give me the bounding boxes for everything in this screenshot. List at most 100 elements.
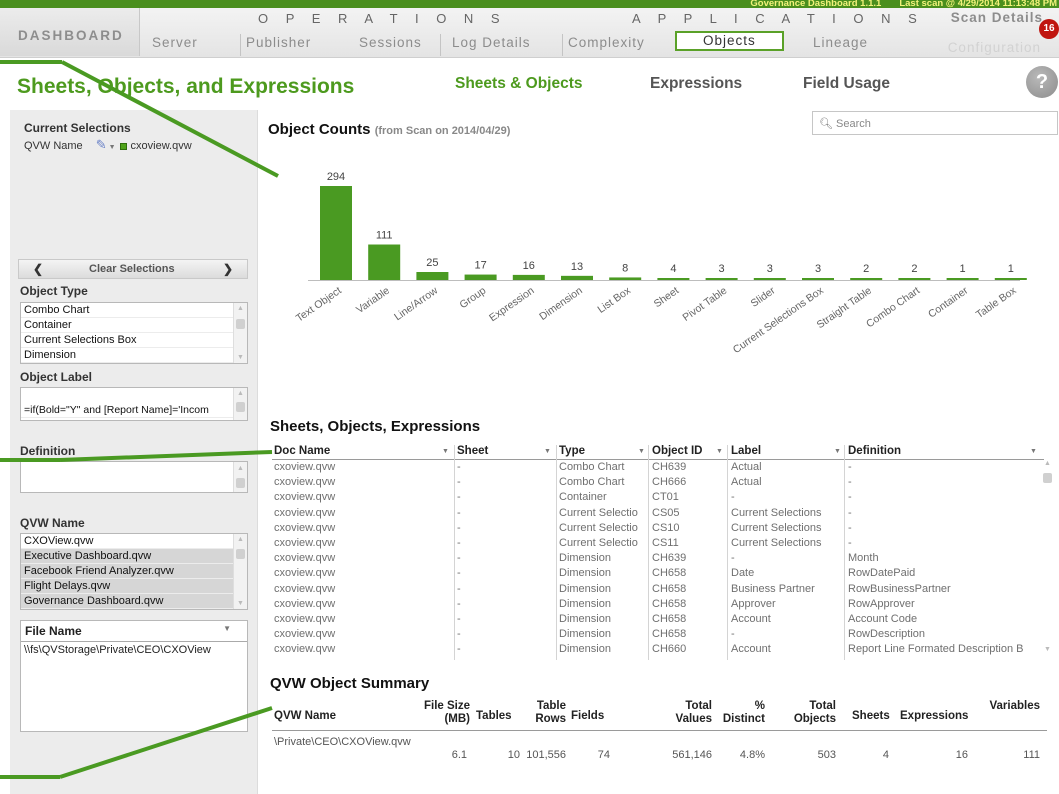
bar[interactable] (705, 278, 738, 280)
table-cell[interactable]: - (457, 476, 552, 488)
scroll-up-icon[interactable]: ▲ (237, 465, 244, 472)
table-row[interactable]: cxoview.qvw - Current Selectio CS05 Current … (272, 506, 1044, 521)
table-cell[interactable]: - (848, 491, 1038, 503)
table-cell[interactable]: cxoview.qvw (274, 583, 434, 595)
table-cell[interactable]: CS11 (652, 537, 727, 549)
table-cell[interactable]: Actual (731, 476, 841, 488)
definition-listbox[interactable]: ▲ (20, 461, 248, 493)
table-cell[interactable]: cxoview.qvw (274, 461, 434, 473)
nav-configuration[interactable]: Configuration (948, 40, 1041, 55)
chevron-down-icon[interactable]: ▼ (544, 448, 551, 455)
col-total-values[interactable]: Total Values (662, 700, 712, 726)
scroll-up-icon[interactable]: ▲ (237, 390, 244, 397)
nav-tab-sessions[interactable]: Sessions (359, 35, 422, 55)
subtab-expressions[interactable]: Expressions (650, 75, 742, 93)
table-cell[interactable]: CH658 (652, 567, 727, 579)
table-cell[interactable]: - (457, 613, 552, 625)
table-cell[interactable]: CH660 (652, 643, 727, 655)
bar[interactable] (416, 272, 449, 280)
table-cell[interactable]: Current Selectio (559, 522, 649, 534)
table-cell[interactable]: cxoview.qvw (274, 643, 434, 655)
table-cell[interactable]: Current Selections (731, 537, 841, 549)
table-row[interactable]: cxoview.qvw - Dimension CH658 Account Account… (272, 612, 1044, 627)
table-cell[interactable]: CH666 (652, 476, 727, 488)
bar[interactable] (657, 278, 690, 280)
table-row[interactable]: cxoview.qvw - Combo Chart CH666 Actual - (272, 475, 1044, 490)
col-expressions[interactable]: Expressions (900, 710, 968, 723)
nav-tab-complexity[interactable]: Complexity (568, 35, 645, 55)
chevron-down-icon[interactable]: ▼ (716, 448, 723, 455)
table-cell[interactable]: Combo Chart (559, 461, 649, 473)
list-item[interactable]: Dimension (21, 348, 247, 363)
table-cell[interactable]: Report Line Formated Description B (848, 643, 1038, 655)
chevron-down-icon[interactable]: ▼ (638, 448, 645, 455)
table-row[interactable]: cxoview.qvw - Dimension CH660 Account Report … (272, 642, 1044, 657)
col-tables[interactable]: Tables (476, 710, 512, 723)
table-cell[interactable]: cxoview.qvw (274, 598, 434, 610)
table-cell[interactable]: - (457, 567, 552, 579)
nav-tab-server[interactable]: Server (152, 35, 198, 55)
scroll-down-icon[interactable]: ▼ (237, 600, 244, 607)
col-sheet[interactable]: Sheet (457, 445, 488, 457)
table-cell[interactable]: - (848, 461, 1038, 473)
table-cell[interactable]: Account Code (848, 613, 1038, 625)
file-name-box[interactable]: File Name ▼ \\fs\QVStorage\Private\CEO\C… (20, 620, 248, 732)
col-total-objects[interactable]: Total Objects (784, 700, 836, 726)
table-row[interactable]: cxoview.qvw - Container CT01- - (272, 490, 1044, 505)
table-cell[interactable]: Container (559, 491, 649, 503)
search-input[interactable]: 🔍︎ Search (812, 111, 1058, 135)
table-cell[interactable]: Month (848, 552, 1038, 564)
table-cell[interactable]: Actual (731, 461, 841, 473)
table-cell[interactable]: - (731, 491, 841, 503)
table-cell[interactable]: Dimension (559, 613, 649, 625)
list-item[interactable]: Container (21, 318, 247, 333)
scrollbar[interactable]: ▲ ▼ (233, 534, 247, 609)
table-cell[interactable]: CH658 (652, 583, 727, 595)
col-variables[interactable]: Variables (986, 700, 1040, 713)
table-cell[interactable]: Account (731, 613, 841, 625)
list-item[interactable]: Flight Delays.qvw (21, 579, 247, 594)
col-file-size[interactable]: File Size (MB) (412, 700, 470, 726)
list-item[interactable]: Combo Chart (21, 303, 247, 318)
nav-dashboard[interactable]: DASHBOARD (0, 8, 140, 56)
table-cell[interactable]: cxoview.qvw (274, 552, 434, 564)
scroll-thumb[interactable] (236, 478, 245, 488)
table-cell[interactable]: - (731, 552, 841, 564)
table-cell[interactable]: CS10 (652, 522, 727, 534)
bar[interactable] (320, 186, 352, 280)
col-sheets[interactable]: Sheets (852, 710, 890, 723)
scrollbar[interactable]: ▲ (233, 388, 247, 420)
table-row[interactable]: cxoview.qvw - Dimension CH658 Approver RowApp… (272, 597, 1044, 612)
table-cell[interactable]: Dimension (559, 628, 649, 640)
eraser-icon[interactable]: ✎ (96, 137, 107, 152)
col-qvw-name[interactable]: QVW Name (274, 710, 336, 723)
table-cell[interactable]: Dimension (559, 598, 649, 610)
scroll-thumb[interactable] (1043, 473, 1052, 483)
table-cell[interactable]: Current Selections (731, 507, 841, 519)
list-item[interactable]: Current Selections Box (21, 333, 247, 348)
table-cell[interactable]: - (457, 461, 552, 473)
table-cell[interactable]: - (457, 598, 552, 610)
table-cell[interactable]: CT01 (652, 491, 727, 503)
table-row[interactable]: cxoview.qvw - Dimension CH658 Business Partn… (272, 582, 1044, 597)
table-cell[interactable]: cxoview.qvw (274, 567, 434, 579)
list-item[interactable]: CXOView.qvw (21, 534, 247, 549)
chevron-down-icon[interactable]: ▼ (223, 624, 231, 633)
table-cell[interactable]: - (848, 522, 1038, 534)
bar[interactable] (946, 278, 979, 280)
bar[interactable] (898, 278, 931, 280)
bar[interactable] (753, 278, 786, 280)
table-cell[interactable]: - (848, 507, 1038, 519)
table-cell[interactable]: - (731, 628, 841, 640)
bar[interactable] (994, 278, 1027, 280)
clear-selections-button[interactable]: Clear Selections (89, 263, 175, 275)
bar[interactable] (850, 278, 883, 280)
table-cell[interactable]: cxoview.qvw (274, 613, 434, 625)
table-row[interactable]: cxoview.qvw - Current Selectio CS10 Current … (272, 521, 1044, 536)
table-cell[interactable]: CH658 (652, 613, 727, 625)
bar[interactable] (464, 274, 497, 280)
bar[interactable] (802, 278, 834, 280)
table-cell[interactable]: - (848, 476, 1038, 488)
table-cell[interactable]: Current Selectio (559, 507, 649, 519)
col-definition[interactable]: Definition (848, 445, 901, 457)
